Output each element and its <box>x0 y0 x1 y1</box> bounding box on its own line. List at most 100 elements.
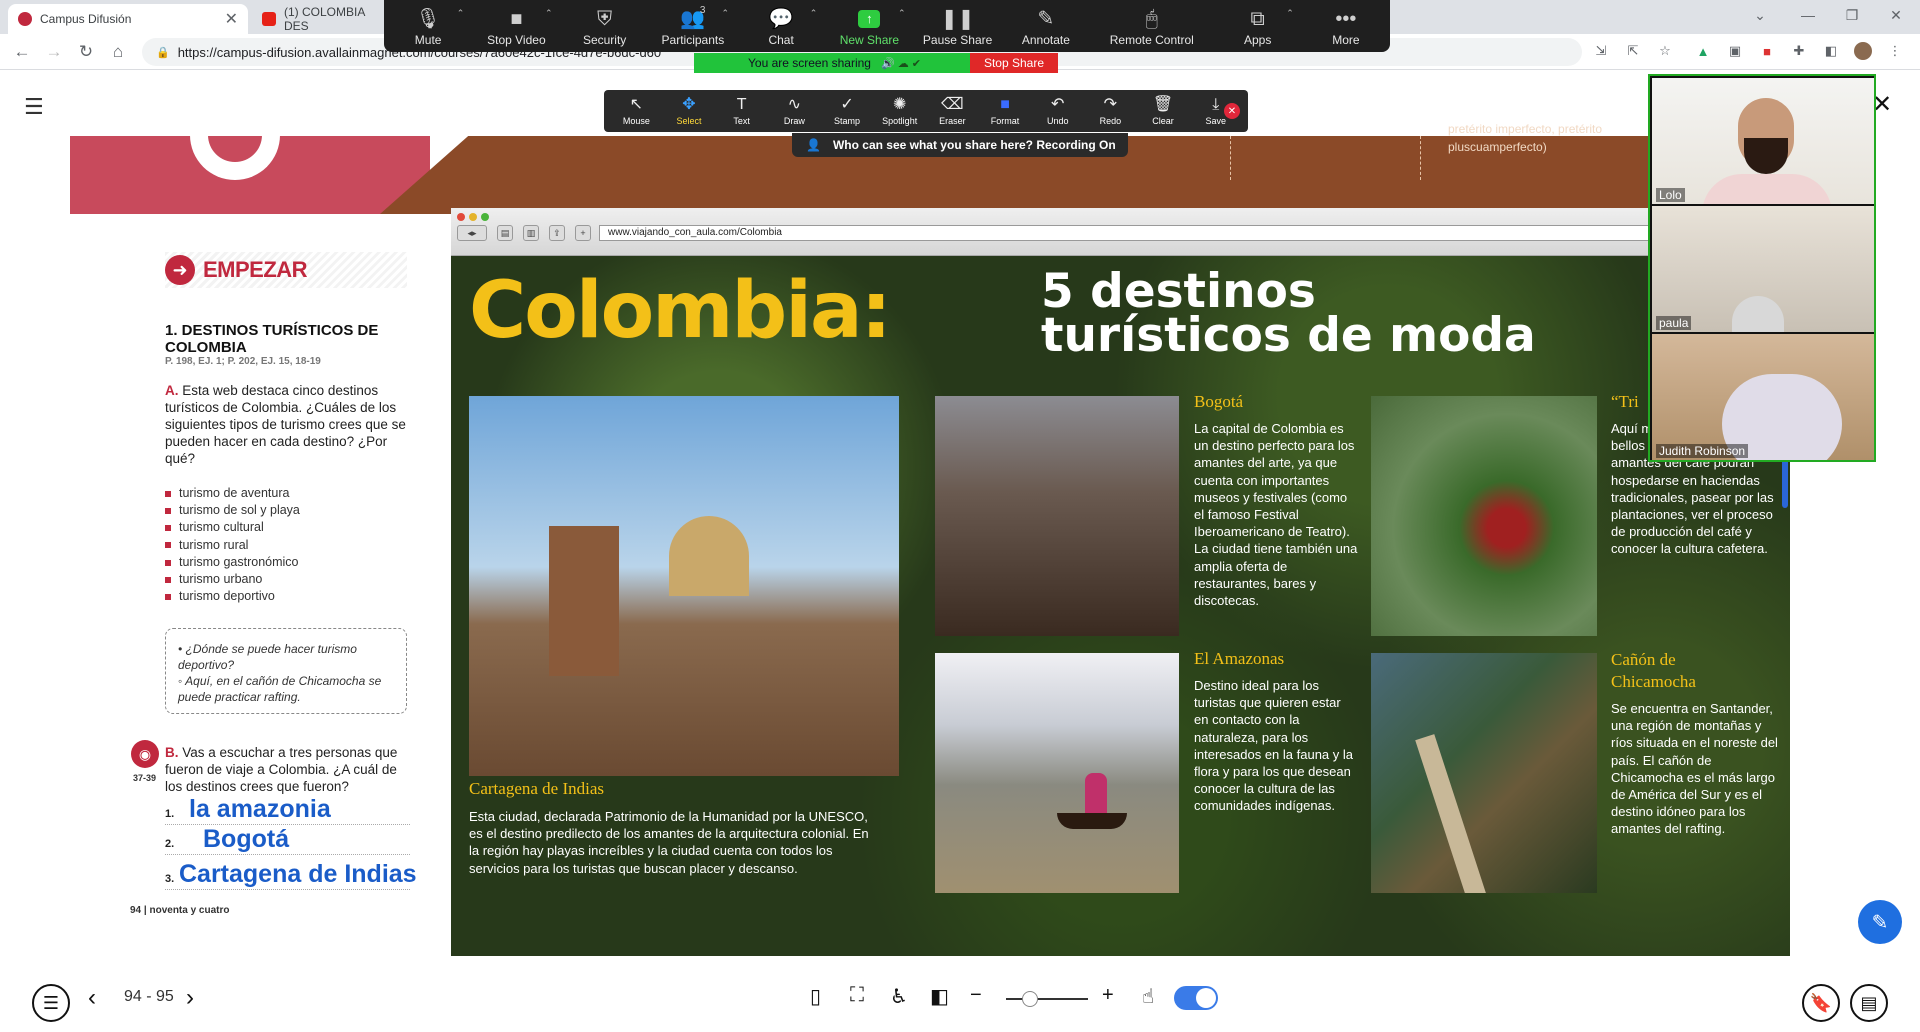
mock-page-icon: ▤ <box>497 225 513 241</box>
apps-button[interactable]: ⧉ Apps ⌃ <box>1214 0 1302 52</box>
fullscreen-icon[interactable]: ⛶ <box>850 984 864 1007</box>
participant-beard <box>1744 138 1788 174</box>
tool-label: Save <box>1205 116 1226 126</box>
tab-close-icon[interactable]: ✕ <box>225 9 238 29</box>
mute-button[interactable]: 🎙 Mute ⌃ <box>384 0 472 52</box>
side-panel-icon[interactable]: ◧ <box>1822 42 1840 60</box>
text-tool[interactable]: T Text <box>715 90 768 132</box>
red-extension-icon[interactable]: ■ <box>1758 42 1776 60</box>
stamp-tool[interactable]: ✓ Stamp <box>821 90 874 132</box>
move-icon: ✥ <box>682 96 696 113</box>
bookmark-star-icon[interactable]: ☆ <box>1656 42 1674 60</box>
bogota-photo <box>935 396 1179 636</box>
format-tool[interactable]: ■ Format <box>979 90 1032 132</box>
select-tool[interactable]: ✥ Select <box>663 90 716 132</box>
eraser-tool[interactable]: ⌫ Eraser <box>926 90 979 132</box>
reload-icon[interactable]: ↻ <box>74 40 98 64</box>
save-icon: ⤓ <box>1212 96 1220 113</box>
zoom-in-icon[interactable]: + <box>1102 984 1114 1007</box>
new-share-button[interactable]: ↑ New Share ⌃ <box>825 0 913 52</box>
chevron-up-icon[interactable]: ⌃ <box>1286 8 1294 19</box>
tab-search-icon[interactable]: ⌄ <box>1738 0 1782 30</box>
button-label: New Share <box>839 33 900 47</box>
annotate-fab-icon[interactable]: ✎ <box>1858 900 1902 944</box>
tool-label: Redo <box>1099 116 1122 126</box>
sharing-status-icons: 🔊 ☁ ✔ <box>880 57 922 70</box>
redo-tool[interactable]: ↷ Redo <box>1084 90 1137 132</box>
pause-share-button[interactable]: ❚❚ Pause Share <box>914 0 1002 52</box>
participant-video[interactable]: paula <box>1652 206 1874 332</box>
tool-label: Draw <box>783 116 805 126</box>
home-icon[interactable]: ⌂ <box>106 40 130 64</box>
stop-video-button[interactable]: ■ Stop Video ⌃ <box>472 0 560 52</box>
extension-icon[interactable]: ▣ <box>1726 42 1744 60</box>
destination-name: “Tri <box>1611 392 1639 411</box>
clear-tool[interactable]: 🗑 Clear <box>1137 90 1190 132</box>
restore-icon[interactable]: ❐ <box>1830 0 1874 30</box>
recording-notice[interactable]: 👤 Who can see what you share here? Recor… <box>792 133 1128 157</box>
tool-label: Stamp <box>834 116 861 126</box>
hand-tool-icon[interactable]: ☝ <box>1142 984 1154 1009</box>
browser-tab-campus[interactable]: Campus Difusión ✕ <box>8 4 248 34</box>
answer-line-2[interactable]: 2. Bogotá <box>165 825 410 855</box>
remote-control-button[interactable]: 🖱 Remote Control <box>1090 0 1214 52</box>
kebab-menu-icon[interactable]: ⋮ <box>1886 42 1904 60</box>
mouse-tool[interactable]: ↖ Mouse <box>610 90 663 132</box>
single-page-icon[interactable]: ▯ <box>810 984 821 1009</box>
more-button[interactable]: ••• More <box>1302 0 1390 52</box>
install-icon[interactable]: ⇲ <box>1592 42 1610 60</box>
close-window-icon[interactable]: ✕ <box>1874 0 1918 30</box>
chevron-up-icon[interactable]: ⌃ <box>545 8 553 19</box>
reading-mode-icon[interactable]: ◧ <box>930 984 949 1009</box>
button-label: More <box>1332 33 1360 47</box>
menu-icon[interactable]: ☰ <box>24 94 44 120</box>
part-b-letter: B. <box>165 745 179 760</box>
spotlight-tool[interactable]: ✺ Spotlight <box>873 90 926 132</box>
prev-page-icon[interactable]: ‹ <box>88 984 96 1012</box>
answer-line-1[interactable]: 1. la amazonia <box>165 795 410 825</box>
notes-icon[interactable]: ▤ <box>1850 984 1888 1022</box>
chevron-up-icon[interactable]: ⌃ <box>810 8 818 19</box>
mock-back-icon: ◂▸ <box>457 225 487 241</box>
back-icon[interactable]: ← <box>10 40 34 64</box>
puzzle-extensions-icon[interactable]: ✚ <box>1790 42 1808 60</box>
zoom-slider[interactable] <box>1006 991 1088 1007</box>
participant-hair <box>1732 296 1784 332</box>
profile-avatar-icon[interactable] <box>1854 42 1872 60</box>
participant-video[interactable]: Judith Robinson <box>1652 334 1874 460</box>
security-button[interactable]: ⛨ Security <box>561 0 649 52</box>
tab-title: (1) COLOMBIA DES <box>284 5 365 33</box>
chevron-up-icon[interactable]: ⌃ <box>898 8 906 19</box>
stop-share-button[interactable]: Stop Share <box>970 53 1058 73</box>
draw-tool[interactable]: ∿ Draw <box>768 90 821 132</box>
next-page-icon[interactable]: › <box>186 984 194 1012</box>
annotation-toggle[interactable] <box>1174 986 1218 1010</box>
chevron-up-icon[interactable]: ⌃ <box>457 8 465 19</box>
bookmark-icon[interactable]: 🔖 <box>1802 984 1840 1022</box>
toc-icon[interactable]: ☰ <box>32 984 70 1022</box>
mock-url-bar: www.viajando_con_aula.com/Colombia <box>599 225 1759 241</box>
participant-videos[interactable]: Lolo paula Judith Robinson <box>1648 74 1876 462</box>
answer-line-3[interactable]: 3. Cartagena de Indias <box>165 860 417 890</box>
participant-video[interactable]: Lolo <box>1652 78 1874 204</box>
close-annotation-icon[interactable]: ✕ <box>1224 103 1240 119</box>
share-page-icon[interactable]: ⇱ <box>1624 42 1642 60</box>
minimize-icon[interactable]: — <box>1786 0 1830 30</box>
audio-play-icon[interactable]: ◉ <box>131 740 159 768</box>
participants-button[interactable]: 👥 3 Participants ⌃ <box>649 0 737 52</box>
forward-icon[interactable]: → <box>42 40 66 64</box>
annotate-button[interactable]: ✎ Annotate <box>1002 0 1090 52</box>
exercise-title: 1. DESTINOS TURÍSTICOS DE COLOMBIA <box>165 322 379 356</box>
video-icon: ■ <box>510 8 523 30</box>
undo-tool[interactable]: ↶ Undo <box>1031 90 1084 132</box>
browser-tab-youtube[interactable]: (1) COLOMBIA DES <box>252 4 392 34</box>
chat-button[interactable]: 💬 Chat ⌃ <box>737 0 825 52</box>
zoom-slider-knob[interactable] <box>1022 991 1038 1007</box>
accessibility-icon[interactable]: ♿ <box>890 984 908 1009</box>
chicamocha-photo <box>1371 653 1597 893</box>
chevron-up-icon[interactable]: ⌃ <box>721 8 729 19</box>
difusion-favicon-icon <box>18 12 32 26</box>
drive-extension-icon[interactable]: ▲ <box>1694 42 1712 60</box>
mock-max-dot-icon <box>481 213 489 221</box>
zoom-out-icon[interactable]: − <box>970 984 982 1007</box>
